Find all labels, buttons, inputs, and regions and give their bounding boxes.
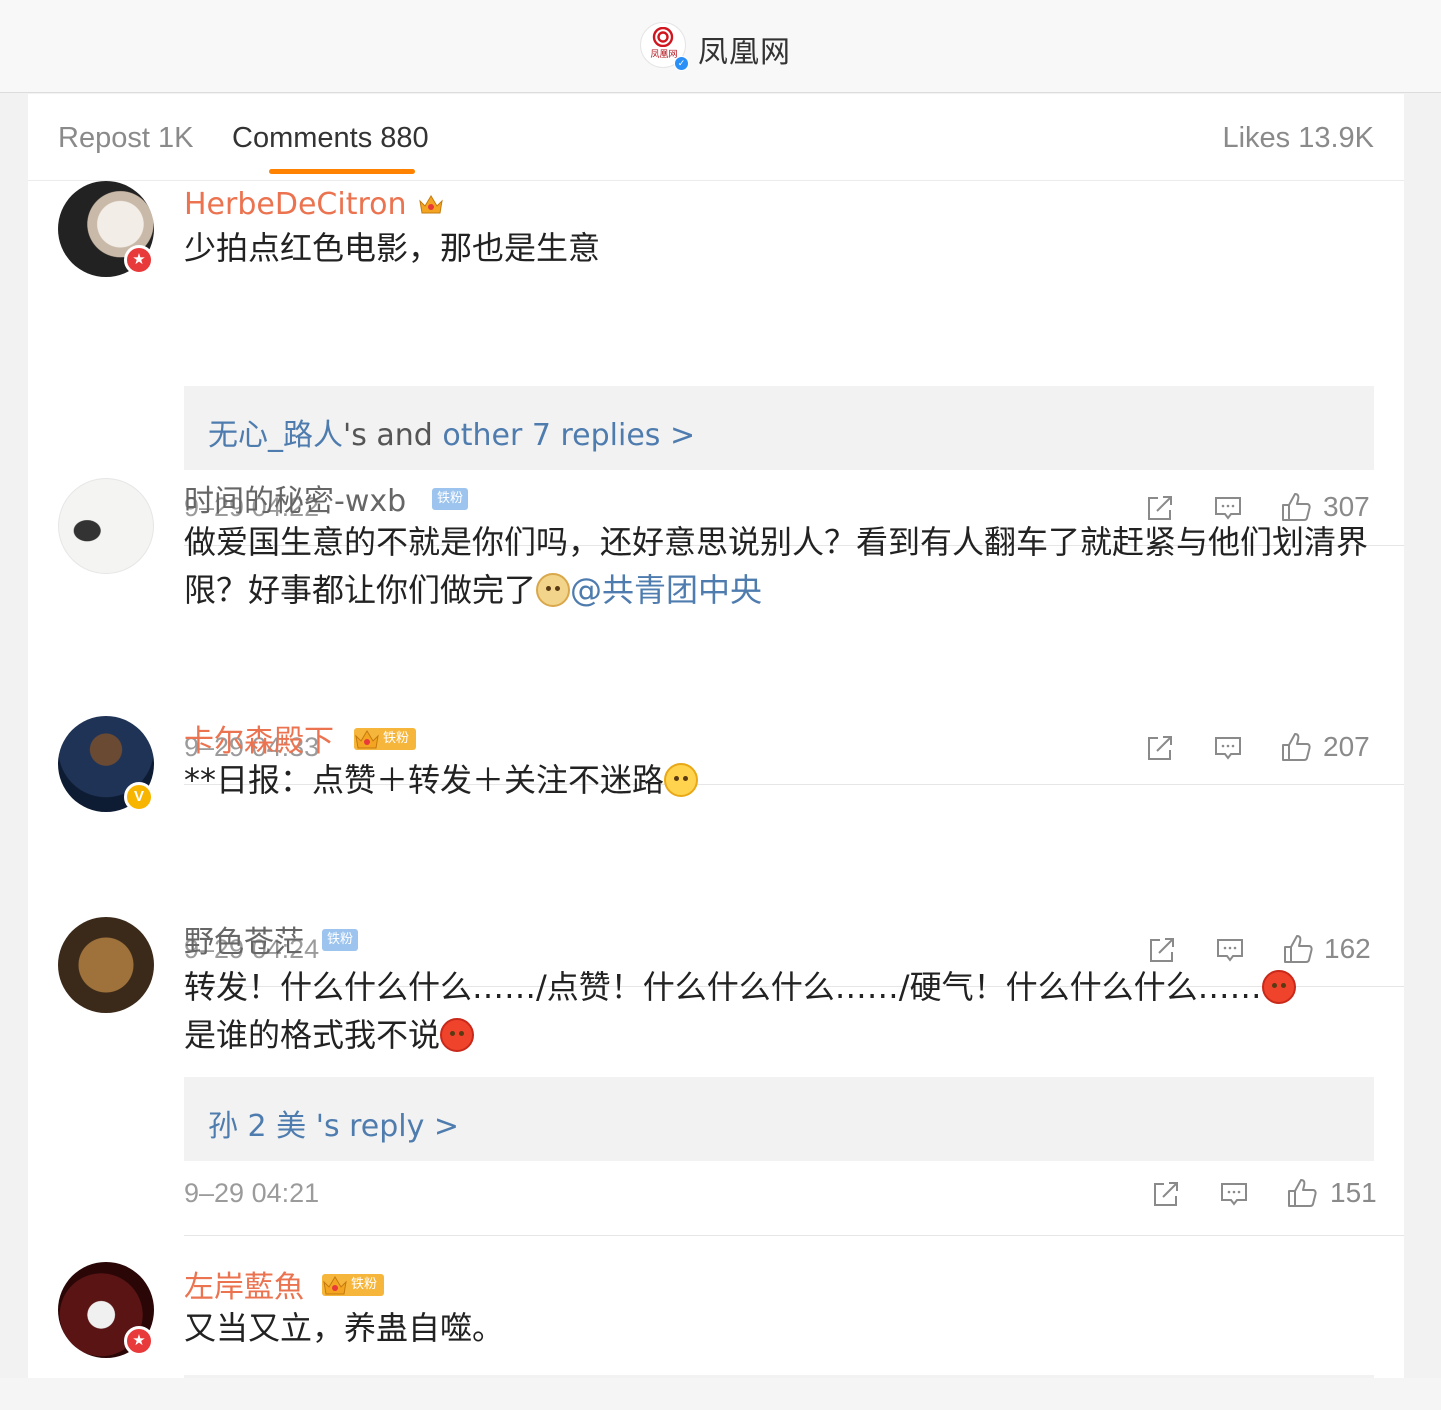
comment-author[interactable]: 时间的秘密-wxb: [184, 476, 406, 520]
verified-badge-icon: V: [124, 782, 154, 812]
reply-preview[interactable]: 无心_路人's and other 7 replies >: [184, 386, 1374, 470]
comment-author[interactable]: HerbeDeCitron: [184, 187, 407, 222]
reply-preview[interactable]: 孙 2 美 's reply >: [184, 1077, 1374, 1161]
comment-text-body: **日报：点赞＋转发＋关注不迷路: [184, 761, 665, 799]
reply-user[interactable]: 孙 2 美: [208, 1109, 306, 1144]
comment-text-body: 做爱国生意的不就是你们吗，还好意思说别人？看到有人翻车了就赶紧与他们划清界限？好…: [184, 523, 1369, 609]
comment-text: 转发！什么什么什么……/点赞！什么什么什么……/硬气！什么什么什么…… 是谁的格式…: [184, 963, 1384, 1059]
reply-preview-text: 孙 2 美 's reply >: [208, 1101, 459, 1145]
comment-author[interactable]: 野色苍茫: [184, 917, 304, 961]
comment-icon[interactable]: [1220, 1180, 1248, 1208]
comment-text: 做爱国生意的不就是你们吗，还好意思说别人？看到有人翻车了就赶紧与他们划清界限？好…: [184, 518, 1384, 614]
avatar[interactable]: [58, 917, 154, 1013]
crown-icon: [323, 1276, 347, 1295]
angry-emoji-icon: [440, 1018, 475, 1052]
account-logo[interactable]: 凤凰网 ✓: [640, 22, 689, 71]
comment-time: 9–29 04:21: [184, 1178, 320, 1208]
tab-comments[interactable]: Comments 880: [232, 122, 429, 155]
fan-tag: 铁粉: [432, 488, 468, 510]
like-count: 151: [1330, 1177, 1377, 1208]
fan-tag: 铁粉: [322, 929, 358, 951]
like-count: 162: [1324, 933, 1371, 964]
comment-meta: 9–29 04:21 151: [184, 1174, 1377, 1214]
grin-emoji-icon: [664, 763, 699, 797]
comment-text-line2: 是谁的格式我不说: [184, 1016, 441, 1054]
share-icon[interactable]: [1152, 1180, 1180, 1208]
more-replies-link[interactable]: other 7 replies >: [442, 418, 695, 453]
page-title: 凤凰网: [698, 35, 791, 70]
comment-author[interactable]: 卡尔森殿下: [184, 716, 334, 760]
tab-repost[interactable]: Repost 1K: [58, 122, 193, 155]
comment-text: **日报：点赞＋转发＋关注不迷路: [184, 756, 1384, 804]
comment-icon[interactable]: [1216, 936, 1244, 964]
mention-link[interactable]: @共青团中央: [570, 571, 762, 609]
doge-emoji-icon: [536, 573, 571, 607]
verified-icon: ✓: [674, 56, 689, 71]
crown-icon: [419, 195, 443, 214]
tab-active-indicator: [269, 169, 415, 174]
phoenix-swirl-icon: [652, 27, 674, 47]
reply-user[interactable]: 无心_路人: [208, 418, 343, 453]
tab-likes[interactable]: Likes 13.9K: [1222, 122, 1374, 155]
reply-connector: 's and: [343, 418, 443, 453]
reply-preview-text: 无心_路人's and other 7 replies >: [208, 410, 695, 454]
top-bar: 凤凰网 ✓ 凤凰网: [0, 0, 1441, 93]
red-star-badge-icon: ★: [124, 245, 154, 275]
share-icon[interactable]: [1148, 936, 1176, 964]
comment-author[interactable]: 左岸藍魚: [184, 1262, 304, 1306]
comment-text: 又当又立，养蛊自噬。: [184, 1309, 505, 1347]
comments-panel: Repost 1K Comments 880 Likes 13.9K ★ Her…: [28, 94, 1404, 1378]
avatar[interactable]: [58, 478, 154, 574]
comment-text-body: 转发！什么什么什么……/点赞！什么什么什么……/硬气！什么什么什么……: [184, 968, 1262, 1006]
tab-bar: Repost 1K Comments 880 Likes 13.9K: [28, 94, 1404, 181]
reply-link[interactable]: 's reply >: [306, 1109, 459, 1144]
like-icon[interactable]: [1286, 1177, 1318, 1209]
angry-emoji-icon: [1261, 970, 1296, 1004]
comment-text: 少拍点红色电影，那也是生意: [184, 229, 601, 267]
divider: [184, 1235, 1404, 1236]
like-icon[interactable]: [1282, 933, 1314, 965]
crown-icon: [355, 730, 379, 749]
bottom-strip: [0, 1378, 1441, 1410]
red-star-badge-icon: ★: [124, 1326, 154, 1356]
